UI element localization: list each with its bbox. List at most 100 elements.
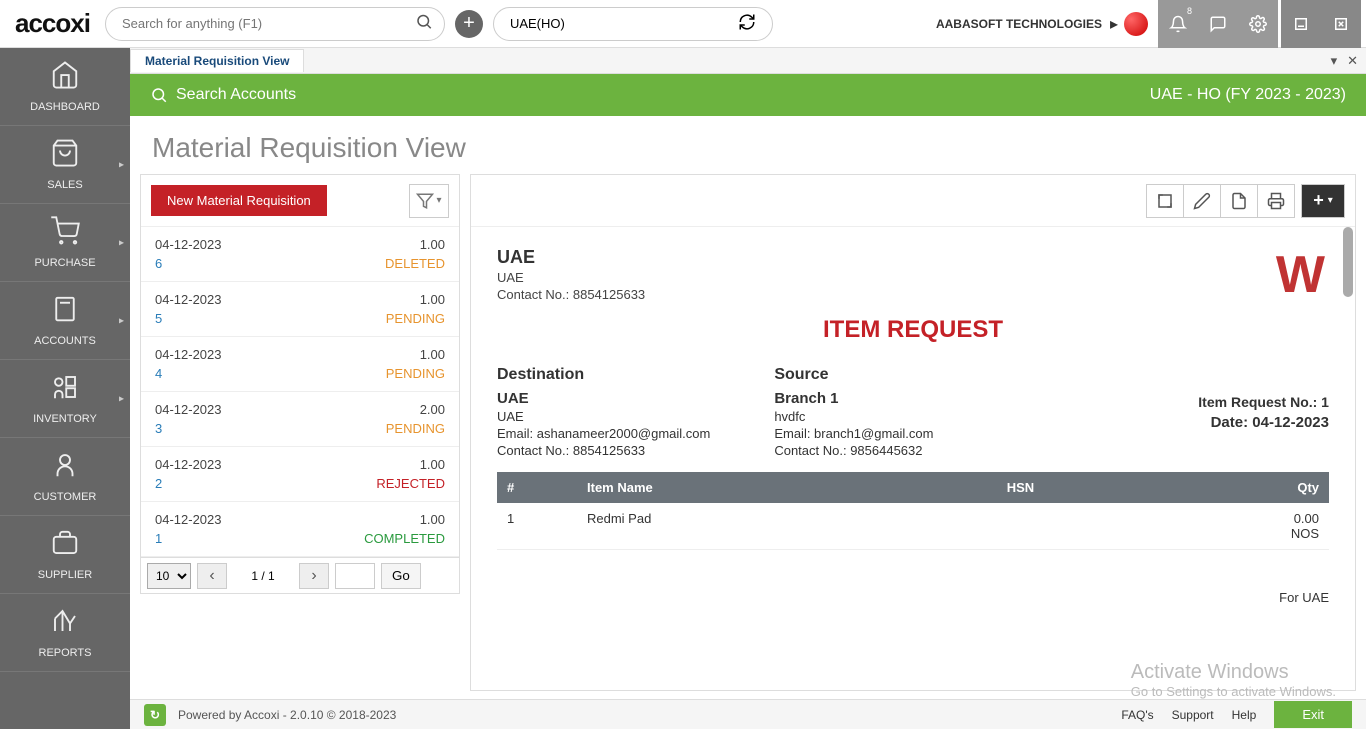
sidebar-item-purchase[interactable]: PURCHASE ▸ <box>0 204 130 282</box>
list-item[interactable]: 04-12-20231.00 2REJECTED <box>141 447 459 502</box>
print-button[interactable] <box>1257 184 1295 218</box>
list-status: REJECTED <box>376 476 445 491</box>
tab-material-requisition[interactable]: Material Requisition View <box>130 49 304 72</box>
chevron-right-icon: ▸ <box>119 237 124 248</box>
list-status: COMPLETED <box>364 531 445 546</box>
doc-title: ITEM REQUEST <box>497 316 1329 344</box>
exit-button[interactable]: Exit <box>1274 701 1352 728</box>
refresh-icon[interactable] <box>738 13 756 34</box>
minimize-button[interactable] <box>1281 0 1321 48</box>
settings-button[interactable] <box>1238 0 1278 48</box>
list-qty: 1.00 <box>420 292 445 307</box>
sidebar-item-customer[interactable]: CUSTOMER <box>0 438 130 516</box>
list-id: 6 <box>155 256 162 271</box>
powered-by-label: Powered by Accoxi - 2.0.10 © 2018-2023 <box>178 708 396 722</box>
next-page-button[interactable]: › <box>299 563 329 589</box>
tenant-avatar[interactable] <box>1124 12 1148 36</box>
chevron-right-icon[interactable]: ▸ <box>1110 14 1118 34</box>
list-status: PENDING <box>386 366 445 381</box>
requisition-list: 04-12-20231.00 6DELETED 04-12-2023 1.00 5… <box>141 227 459 557</box>
list-qty: 2.00 <box>420 402 445 417</box>
pdf-button[interactable] <box>1220 184 1258 218</box>
notifications-button[interactable]: 8 <box>1158 0 1198 48</box>
new-material-requisition-button[interactable]: New Material Requisition <box>151 185 327 216</box>
sidebar-item-label: REPORTS <box>39 647 92 659</box>
destination-heading: Destination <box>497 366 774 384</box>
search-accounts-button[interactable]: Search Accounts <box>150 86 296 104</box>
company-selector[interactable]: UAE(HO) <box>493 7 773 41</box>
sidebar-item-inventory[interactable]: INVENTORY ▸ <box>0 360 130 438</box>
sidebar-item-label: INVENTORY <box>33 413 97 425</box>
request-date: Date: 04-12-2023 <box>1052 414 1329 431</box>
briefcase-icon <box>50 528 80 565</box>
list-qty: 1.00 <box>420 512 445 527</box>
source-email: Email: branch1@gmail.com <box>774 426 1051 441</box>
list-qty: 1.00 <box>420 457 445 472</box>
company-logo: W <box>1276 245 1319 305</box>
doc-company-sub: UAE <box>497 270 1329 285</box>
page-size-select[interactable]: 10 <box>147 563 191 589</box>
request-number: Item Request No.: 1 <box>1052 394 1329 410</box>
destination-contact: Contact No.: 8854125633 <box>497 443 774 458</box>
cell-hsn <box>997 503 1229 550</box>
company-selector-label: UAE(HO) <box>510 16 565 31</box>
page-title: Material Requisition View <box>130 116 1366 174</box>
list-status: PENDING <box>386 311 445 326</box>
source-contact: Contact No.: 9856445632 <box>774 443 1051 458</box>
support-link[interactable]: Support <box>1172 708 1214 722</box>
fiscal-year-label: UAE - HO (FY 2023 - 2023) <box>1150 86 1346 104</box>
chevron-right-icon: ▸ <box>119 393 124 404</box>
global-search-input[interactable] <box>105 7 445 41</box>
help-link[interactable]: Help <box>1232 708 1257 722</box>
list-id: 2 <box>155 476 162 491</box>
tab-close-icon[interactable]: ✕ <box>1347 53 1358 69</box>
cart-icon <box>50 216 80 253</box>
go-page-button[interactable]: Go <box>381 563 421 589</box>
list-item[interactable]: 04-12-20231.00 5PENDING <box>141 282 459 337</box>
sidebar-item-accounts[interactable]: ACCOUNTS ▸ <box>0 282 130 360</box>
sidebar-item-reports[interactable]: REPORTS <box>0 594 130 672</box>
list-item[interactable]: 04-12-20232.00 3PENDING <box>141 392 459 447</box>
app-logo[interactable]: accoxi <box>5 8 100 39</box>
list-item[interactable]: 04-12-20231.00 4PENDING <box>141 337 459 392</box>
sidebar-item-dashboard[interactable]: DASHBOARD <box>0 48 130 126</box>
source-sub: hvdfc <box>774 409 1051 424</box>
cell-no: 1 <box>497 503 577 550</box>
source-name: Branch 1 <box>774 390 1051 407</box>
list-item[interactable]: 04-12-20231.00 6DELETED <box>141 227 459 282</box>
add-new-button[interactable]: + <box>455 10 483 38</box>
tab-menu-icon[interactable]: ▾ <box>1331 53 1338 69</box>
page-info: 1 / 1 <box>233 569 293 583</box>
list-date: 04-12-2023 <box>155 347 222 362</box>
main-sidebar: DASHBOARD SALES ▸ PURCHASE ▸ ACCOUNTS ▸ … <box>0 48 130 729</box>
doc-company-contact: Contact No.: 8854125633 <box>497 287 1329 302</box>
close-window-button[interactable] <box>1321 0 1361 48</box>
cell-qty: 0.00NOS <box>1229 503 1329 550</box>
sidebar-item-supplier[interactable]: SUPPLIER <box>0 516 130 594</box>
list-id: 3 <box>155 421 162 436</box>
col-hsn: HSN <box>997 472 1229 503</box>
edit-button[interactable] <box>1183 184 1221 218</box>
list-id: 1 <box>155 531 162 546</box>
destination-name: UAE <box>497 390 774 407</box>
more-actions-button[interactable]: +▾ <box>1301 184 1345 218</box>
filter-button[interactable]: ▾ <box>409 184 449 218</box>
sidebar-item-label: ACCOUNTS <box>34 335 96 347</box>
list-id: 5 <box>155 311 162 326</box>
expand-button[interactable] <box>1146 184 1184 218</box>
list-date: 04-12-2023 <box>155 237 222 252</box>
search-icon[interactable] <box>415 12 433 35</box>
doc-company-name: UAE <box>497 247 1329 268</box>
list-status: PENDING <box>386 421 445 436</box>
chevron-down-icon: ▾ <box>436 195 441 206</box>
chat-button[interactable] <box>1198 0 1238 48</box>
list-item[interactable]: 04-12-20231.00 1COMPLETED <box>141 502 459 557</box>
user-icon <box>50 450 80 487</box>
sidebar-item-sales[interactable]: SALES ▸ <box>0 126 130 204</box>
prev-page-button[interactable]: ‹ <box>197 563 227 589</box>
scrollbar-thumb[interactable] <box>1343 227 1353 297</box>
sidebar-item-label: SUPPLIER <box>38 569 92 581</box>
faqs-link[interactable]: FAQ's <box>1121 708 1153 722</box>
page-number-input[interactable] <box>335 563 375 589</box>
sidebar-item-label: CUSTOMER <box>34 491 97 503</box>
